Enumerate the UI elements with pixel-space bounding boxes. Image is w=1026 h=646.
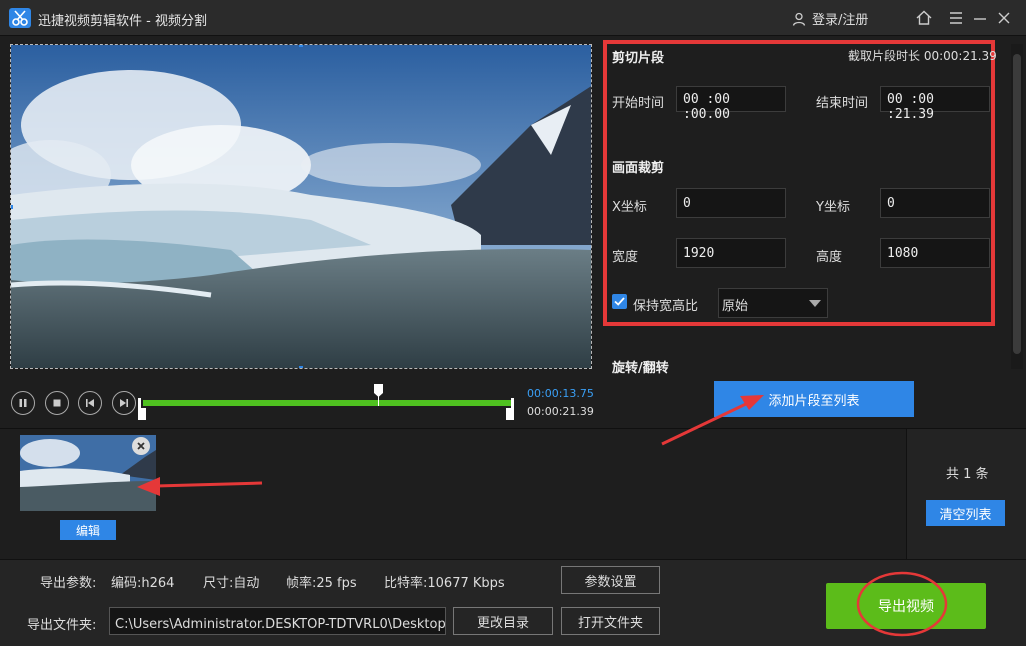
- height-label: 高度: [816, 250, 843, 265]
- login-label: 登录/注册: [812, 13, 869, 28]
- close-icon: [137, 442, 145, 450]
- size-value: 尺寸:自动: [203, 576, 260, 591]
- end-time-label: 结束时间: [816, 96, 869, 111]
- pause-button[interactable]: [11, 391, 35, 415]
- settings-panel: [603, 40, 995, 326]
- codec-value: 编码:h264: [111, 576, 175, 591]
- add-clip-button[interactable]: 添加片段至列表: [714, 381, 914, 417]
- start-time-label: 开始时间: [612, 96, 665, 111]
- cut-duration: 截取片段时长 00:00:21.39: [848, 49, 997, 63]
- stop-icon: [53, 399, 61, 407]
- width-label: 宽度: [612, 250, 639, 265]
- current-time: 00:00:13.75: [527, 387, 594, 400]
- step-forward-icon: [120, 399, 128, 407]
- fps-value: 帧率:25 fps: [286, 576, 357, 591]
- export-folder-input[interactable]: C:\Users\Administrator.DESKTOP-TDTVRL0\D…: [109, 607, 446, 635]
- user-icon: [792, 12, 806, 26]
- start-time-input[interactable]: 00 :00 :00.00: [676, 86, 786, 122]
- home-icon[interactable]: [914, 8, 934, 28]
- keep-ratio-checkbox[interactable]: [612, 294, 627, 309]
- scroll-thumb[interactable]: [1013, 54, 1021, 354]
- remove-clip-button[interactable]: [132, 437, 150, 455]
- keep-ratio-label[interactable]: 保持宽高比: [633, 295, 698, 314]
- glacier-frame-image: [11, 45, 591, 368]
- step-back-icon: [86, 399, 94, 407]
- crop-section-title: 画面裁剪: [612, 161, 665, 176]
- window-title: 迅捷视频剪辑软件 - 视频分割: [38, 14, 207, 29]
- cut-section-title: 剪切片段: [612, 51, 665, 66]
- app-logo-icon: [9, 8, 31, 28]
- chevron-down-icon: [809, 300, 821, 307]
- y-coordinate-label: Y坐标: [816, 200, 850, 215]
- export-folder-label: 导出文件夹:: [27, 618, 97, 633]
- menu-icon[interactable]: [946, 8, 966, 28]
- crop-handle-left[interactable]: [11, 205, 13, 209]
- clip-list-sidebar: [906, 429, 1026, 559]
- end-marker-handle[interactable]: [506, 398, 514, 420]
- close-icon[interactable]: [994, 8, 1014, 28]
- ratio-select-value: 原始: [722, 299, 749, 314]
- playhead-handle[interactable]: [374, 384, 384, 406]
- width-input[interactable]: 1920: [676, 238, 786, 268]
- checkmark-icon: [614, 297, 625, 306]
- ratio-select[interactable]: 原始: [718, 288, 828, 318]
- rotate-section-title: 旋转/翻转: [612, 361, 669, 376]
- param-settings-button[interactable]: 参数设置: [561, 566, 660, 594]
- open-folder-button[interactable]: 打开文件夹: [561, 607, 660, 635]
- change-directory-button[interactable]: 更改目录: [453, 607, 553, 635]
- title-bar: 迅捷视频剪辑软件 - 视频分割 登录/注册: [0, 0, 1026, 36]
- end-time-input[interactable]: 00 :00 :21.39: [880, 86, 990, 122]
- export-params-label: 导出参数:: [40, 576, 97, 591]
- bitrate-value: 比特率:10677 Kbps: [384, 576, 505, 591]
- clear-list-button[interactable]: 清空列表: [926, 500, 1005, 526]
- x-coordinate-input[interactable]: 0: [676, 188, 786, 218]
- edit-clip-button[interactable]: 编辑: [60, 520, 116, 540]
- video-preview[interactable]: [10, 44, 592, 369]
- login-button[interactable]: 登录/注册: [792, 9, 868, 28]
- y-coordinate-input[interactable]: 0: [880, 188, 990, 218]
- next-frame-button[interactable]: [112, 391, 136, 415]
- previous-frame-button[interactable]: [78, 391, 102, 415]
- x-coordinate-label: X坐标: [612, 200, 647, 215]
- settings-scrollbar[interactable]: [1011, 44, 1023, 369]
- minimize-icon[interactable]: [970, 8, 990, 28]
- export-video-button[interactable]: 导出视频: [826, 583, 986, 629]
- total-time: 00:00:21.39: [527, 405, 594, 418]
- clip-count: 共 1 条: [946, 467, 989, 482]
- stop-button[interactable]: [45, 391, 69, 415]
- pause-icon: [19, 399, 27, 407]
- selection-track[interactable]: [143, 400, 511, 406]
- crop-handle-top[interactable]: [299, 45, 303, 47]
- start-marker-handle[interactable]: [138, 398, 146, 420]
- height-input[interactable]: 1080: [880, 238, 990, 268]
